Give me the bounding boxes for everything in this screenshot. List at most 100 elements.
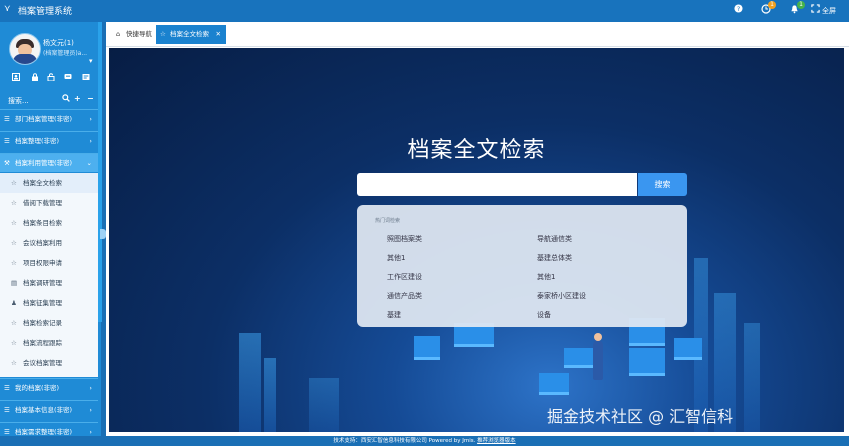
menu-label: 档案利用管理(非密) (15, 159, 73, 167)
background-cube (539, 373, 569, 395)
page-title: 档案全文检索 (407, 138, 546, 163)
sidebar-item-project-permission[interactable]: ☆ 项目权限申请 (0, 253, 98, 273)
background-building (309, 378, 339, 432)
star-icon: ☆ (11, 359, 17, 367)
message-icon[interactable] (64, 73, 72, 83)
star-icon: ☆ (160, 30, 166, 38)
sidebar-search[interactable]: 搜索... + − (4, 92, 98, 107)
menu-label: 档案整理(非密) (15, 137, 60, 145)
star-icon: ☆ (11, 219, 17, 227)
sidebar-item-research[interactable]: ▤ 档案调研管理 (0, 273, 98, 293)
sidebar-item-collection[interactable]: ♟ 档案征集管理 (0, 293, 98, 313)
svg-text:?: ? (737, 6, 740, 13)
avatar[interactable] (9, 33, 41, 65)
fulltext-search-input[interactable] (357, 173, 637, 196)
chevron-right-icon: › (89, 428, 92, 436)
close-icon[interactable]: ✕ (216, 25, 221, 44)
hot-keyword[interactable]: 其他1 (537, 272, 555, 282)
sidebar-search-input[interactable]: 搜索... (8, 96, 29, 106)
chevron-right-icon: › (89, 406, 92, 414)
sidebar-item-label: 档案全文检索 (23, 179, 62, 187)
star-icon: ☆ (11, 259, 17, 267)
help-icon[interactable]: ? (734, 4, 743, 16)
chevron-down-icon: ⌄ (86, 159, 92, 167)
main-area: ⌂ 快捷导航 ☆ 档案全文检索 ✕ 档案全文检索 搜索 热门词检索 照图档案类 (106, 22, 849, 436)
star-icon: ☆ (11, 199, 17, 207)
browser-link[interactable]: 推荐浏览器版本 (477, 438, 516, 444)
hot-keyword[interactable]: 工作区建设 (387, 272, 422, 282)
hot-keywords-title: 热门词检索 (375, 218, 401, 224)
background-cube (629, 348, 665, 376)
watermark: 掘金技术社区 @ 汇智信科 (547, 407, 734, 426)
app-logo-icon: ⋎ (4, 4, 11, 14)
menu-archive-sorting[interactable]: ☰ 档案整理(非密) › (0, 131, 98, 150)
hot-keyword[interactable]: 基建总体类 (537, 253, 572, 263)
sidebar-item-label: 档案检索记录 (23, 319, 62, 327)
menu-dept-archive[interactable]: ☰ 部门档案管理(非密) › (0, 109, 98, 128)
clock-badge: 1 (768, 1, 776, 9)
menu-my-archive[interactable]: ☰ 我的档案(非密) › (0, 378, 98, 397)
chevron-right-icon: › (89, 384, 92, 392)
sidebar-item-label: 档案征集管理 (23, 299, 62, 307)
hot-keyword[interactable]: 导航通信类 (537, 234, 572, 244)
lock-icon[interactable] (31, 73, 39, 83)
top-bar: ⋎ 档案管理系统 ? 1 1 全屏 (0, 0, 849, 22)
sidebar-item-flow-tracking[interactable]: ☆ 档案流程跟踪 (0, 333, 98, 353)
bell-badge: 1 (797, 1, 805, 9)
sidebar-item-meeting-usage[interactable]: ☆ 会议档案利用 (0, 233, 98, 253)
search-hero: 档案全文检索 搜索 热门词检索 照图档案类 导航通信类 其他1 基建总体类 工作… (109, 48, 844, 432)
hot-keyword[interactable]: 设备 (537, 310, 551, 320)
menu-requirements[interactable]: ☰ 档案需求整理(非密) › (0, 422, 98, 437)
unlock-icon[interactable] (47, 73, 55, 83)
tab-quick-nav[interactable]: ⌂ 快捷导航 (112, 25, 158, 44)
tabs-bar: ⌂ 快捷导航 ☆ 档案全文检索 ✕ (106, 22, 849, 47)
sidebar-item-search-records[interactable]: ☆ 档案检索记录 (0, 313, 98, 333)
chevron-right-icon: › (89, 137, 92, 145)
hot-keyword[interactable]: 其他1 (387, 253, 405, 263)
user-role: (档案管理员)a... (43, 50, 88, 57)
home-icon: ⌂ (116, 30, 121, 38)
tab-label: 档案全文检索 (170, 30, 209, 38)
list-icon: ☰ (4, 137, 10, 145)
hot-keyword[interactable]: 泰家桥小区建设 (537, 291, 586, 301)
search-button[interactable]: 搜索 (638, 173, 687, 196)
sidebar-item-label: 档案流程跟踪 (23, 339, 62, 347)
star-icon: ☆ (11, 339, 17, 347)
expand-all-icon[interactable]: + (74, 94, 81, 103)
star-icon: ☆ (11, 319, 17, 327)
tool-icon: ⚒ (4, 159, 10, 167)
search-icon[interactable] (62, 94, 70, 104)
hot-keyword[interactable]: 通信产品类 (387, 291, 422, 301)
person-figure (593, 340, 603, 380)
menu-basic-info[interactable]: ☰ 档案基本信息(非密) › (0, 400, 98, 419)
person-head (594, 333, 602, 341)
hot-keywords-panel: 热门词检索 照图档案类 导航通信类 其他1 基建总体类 工作区建设 其他1 通信… (357, 205, 687, 327)
settings-icon[interactable] (82, 73, 90, 83)
sidebar-scrollbar[interactable] (98, 22, 102, 322)
users-icon: ♟ (11, 299, 17, 307)
fullscreen-icon[interactable] (811, 4, 820, 16)
profile-icon[interactable] (12, 73, 20, 83)
collapse-all-icon[interactable]: − (87, 94, 94, 103)
tab-label: 快捷导航 (126, 30, 152, 38)
app-title: 档案管理系统 (18, 7, 73, 17)
list-icon: ☰ (4, 428, 10, 436)
menu-archive-usage[interactable]: ⚒ 档案利用管理(非密) ⌄ (0, 153, 98, 172)
sidebar-item-label: 档案条目检索 (23, 219, 62, 227)
list-icon: ☰ (4, 406, 10, 414)
sidebar-item-entry-search[interactable]: ☆ 档案条目检索 (0, 213, 98, 233)
sidebar-item-fulltext-search[interactable]: ☆ 档案全文检索 (0, 173, 98, 193)
fullscreen-label[interactable]: 全屏 (822, 6, 836, 16)
document-icon: ▤ (11, 279, 18, 287)
user-menu-caret-icon[interactable]: ▾ (89, 57, 93, 65)
list-icon: ☰ (4, 115, 10, 123)
background-building (744, 323, 760, 432)
sidebar-item-label: 档案调研管理 (23, 279, 62, 287)
tab-fulltext-search[interactable]: ☆ 档案全文检索 ✕ (156, 25, 226, 44)
sidebar-item-meeting-archive[interactable]: ☆ 会议档案管理 (0, 353, 98, 377)
menu-label: 档案需求整理(非密) (15, 428, 73, 436)
hot-keyword[interactable]: 基建 (387, 310, 401, 320)
sidebar-item-borrow-download[interactable]: ☆ 借阅下载管理 (0, 193, 98, 213)
hot-keyword[interactable]: 照图档案类 (387, 234, 422, 244)
footer-text: 技术支持：西安汇智信息科技有限公司 Powered by Jmis. (333, 438, 476, 444)
